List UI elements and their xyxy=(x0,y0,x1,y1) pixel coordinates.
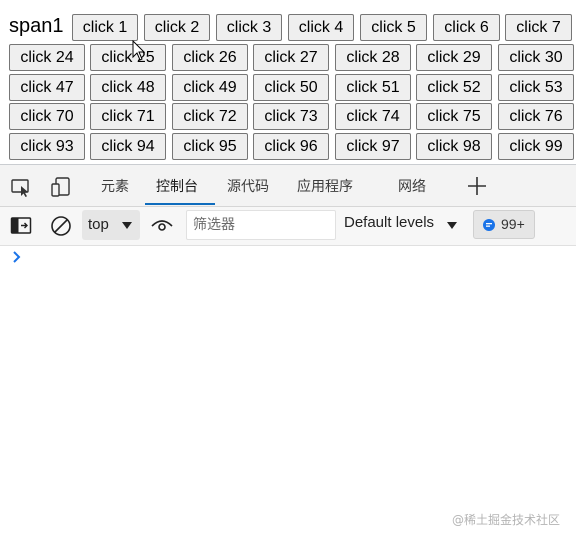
click-button-19[interactable]: click 51 xyxy=(335,74,411,101)
click-button-11[interactable]: click 27 xyxy=(253,44,329,71)
tab-application[interactable]: 应用程序 xyxy=(297,178,353,196)
eye-icon[interactable] xyxy=(150,217,174,235)
click-button-14[interactable]: click 30 xyxy=(498,44,574,71)
click-button-16[interactable]: click 48 xyxy=(90,74,166,101)
clear-console-icon[interactable] xyxy=(50,215,72,237)
mouse-cursor-icon xyxy=(132,40,146,61)
click-button-23[interactable]: click 71 xyxy=(90,103,166,130)
issues-count: 99+ xyxy=(501,216,525,232)
click-button-22[interactable]: click 70 xyxy=(9,103,85,130)
console-toolbar: top Default levels 99+ xyxy=(0,207,576,246)
devtools-panel: 元素 控制台 源代码 应用程序 网络 top 筛选器 Default level… xyxy=(0,164,576,542)
click-button-5[interactable]: click 5 xyxy=(360,14,427,41)
click-button-9[interactable]: click 25 xyxy=(90,44,166,71)
click-button-20[interactable]: click 52 xyxy=(416,74,492,101)
click-button-30[interactable]: click 94 xyxy=(90,133,166,160)
inspect-element-icon[interactable] xyxy=(10,176,32,198)
click-button-12[interactable]: click 28 xyxy=(335,44,411,71)
click-button-4[interactable]: click 4 xyxy=(288,14,354,41)
caret-down-icon xyxy=(122,222,132,229)
click-button-33[interactable]: click 97 xyxy=(335,133,411,160)
tab-elements[interactable]: 元素 xyxy=(101,178,129,196)
click-button-32[interactable]: click 96 xyxy=(253,133,329,160)
click-button-34[interactable]: click 98 xyxy=(416,133,492,160)
click-button-25[interactable]: click 73 xyxy=(253,103,329,130)
click-button-17[interactable]: click 49 xyxy=(172,74,248,101)
tab-console[interactable]: 控制台 xyxy=(156,178,198,196)
context-select-value: top xyxy=(88,216,109,233)
sidebar-toggle-icon[interactable] xyxy=(10,216,32,236)
log-levels-dropdown[interactable]: Default levels xyxy=(344,214,434,231)
active-tab-indicator xyxy=(145,203,215,205)
context-select[interactable]: top xyxy=(82,210,140,240)
tab-network[interactable]: 网络 xyxy=(398,178,426,196)
click-button-10[interactable]: click 26 xyxy=(172,44,248,71)
device-emulation-icon[interactable] xyxy=(50,176,72,198)
click-button-35[interactable]: click 99 xyxy=(498,133,574,160)
click-button-31[interactable]: click 95 xyxy=(172,133,248,160)
click-button-21[interactable]: click 53 xyxy=(498,74,574,101)
caret-down-icon xyxy=(447,222,457,229)
click-button-8[interactable]: click 24 xyxy=(9,44,85,71)
issues-button[interactable]: 99+ xyxy=(473,210,535,239)
watermark: @稀土掘金技术社区 xyxy=(452,513,561,527)
click-button-15[interactable]: click 47 xyxy=(9,74,85,101)
chevron-right-icon xyxy=(13,251,21,263)
page: span1 click 1 click 2 click 3 click 4 click … xyxy=(0,0,576,542)
span1-label: span1 xyxy=(9,15,64,37)
click-button-24[interactable]: click 72 xyxy=(172,103,248,130)
click-button-28[interactable]: click 76 xyxy=(498,103,574,130)
message-icon xyxy=(483,219,495,231)
click-button-29[interactable]: click 93 xyxy=(9,133,85,160)
click-button-2[interactable]: click 2 xyxy=(144,14,210,41)
click-button-27[interactable]: click 75 xyxy=(416,103,492,130)
filter-input[interactable] xyxy=(186,210,336,240)
devtools-tabbar: 元素 控制台 源代码 应用程序 网络 xyxy=(0,165,576,207)
click-button-1[interactable]: click 1 xyxy=(72,14,138,41)
click-button-6[interactable]: click 6 xyxy=(433,14,500,41)
click-button-18[interactable]: click 50 xyxy=(253,74,329,101)
click-button-13[interactable]: click 29 xyxy=(416,44,492,71)
plus-icon[interactable] xyxy=(466,175,488,197)
tab-sources[interactable]: 源代码 xyxy=(227,178,269,196)
click-button-7[interactable]: click 7 xyxy=(505,14,572,41)
click-button-26[interactable]: click 74 xyxy=(335,103,411,130)
click-button-3[interactable]: click 3 xyxy=(216,14,282,41)
